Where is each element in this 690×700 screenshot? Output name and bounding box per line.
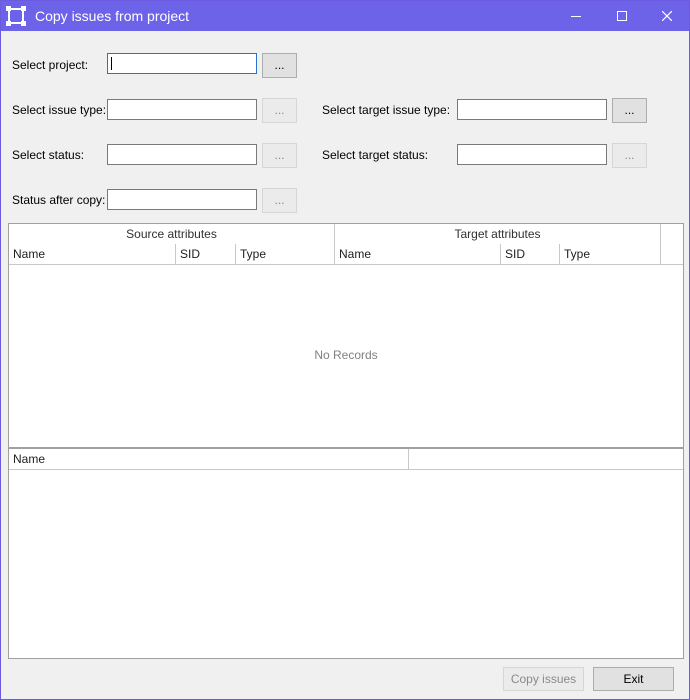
column-target-sid[interactable]: SID [501,244,560,264]
target-issue-type-input[interactable] [457,99,607,120]
maximize-icon [617,11,627,21]
column-source-type[interactable]: Type [236,244,335,264]
target-status-input[interactable] [457,144,607,165]
copy-issues-button[interactable]: Copy issues [503,667,584,691]
column-source-sid[interactable]: SID [176,244,236,264]
minimize-icon [571,11,581,21]
target-issue-type-browse-button[interactable]: ... [612,98,647,123]
app-crop-icon [6,6,26,26]
issue-type-browse-button[interactable]: ... [262,98,297,123]
lower-column-name[interactable]: Name [9,449,409,469]
band-source-attributes[interactable]: Source attributes [9,224,335,244]
attribute-mapping-grid[interactable]: Source attributes Target attributes Name… [8,223,684,448]
column-target-name[interactable]: Name [335,244,501,264]
project-browse-button[interactable]: ... [262,53,297,78]
title-bar[interactable]: Copy issues from project [1,1,689,31]
column-target-type[interactable]: Type [560,244,661,264]
column-spacer [661,244,683,264]
exit-button[interactable]: Exit [593,667,674,691]
project-input[interactable] [107,53,257,74]
minimize-button[interactable] [553,1,599,31]
close-button[interactable] [644,1,690,31]
issue-type-input[interactable] [107,99,257,120]
lower-list-grid[interactable]: Name [8,448,684,659]
lower-grid-header-row: Name [9,449,683,470]
status-after-copy-label: Status after copy: [12,193,106,207]
band-spacer [661,224,683,244]
no-records-message: No Records [314,348,378,362]
issue-type-label: Select issue type: [12,103,107,117]
column-header-row: Name SID Type Name SID Type [9,244,683,265]
window-title: Copy issues from project [35,8,190,24]
column-source-name[interactable]: Name [9,244,176,264]
band-target-attributes[interactable]: Target attributes [335,224,661,244]
text-caret [111,57,112,70]
status-browse-button[interactable]: ... [262,143,297,168]
close-icon [662,11,672,21]
maximize-button[interactable] [599,1,645,31]
status-input[interactable] [107,144,257,165]
target-status-label: Select target status: [322,148,429,162]
target-status-browse-button[interactable]: ... [612,143,647,168]
status-label: Select status: [12,148,85,162]
status-after-copy-input[interactable] [107,189,257,210]
status-after-copy-browse-button[interactable]: ... [262,188,297,213]
band-header-row: Source attributes Target attributes [9,224,683,245]
lower-column-blank[interactable] [409,449,683,469]
copy-issues-window: Copy issues from project Select project:… [0,0,690,700]
target-issue-type-label: Select target issue type: [322,103,451,117]
project-label: Select project: [12,58,89,72]
